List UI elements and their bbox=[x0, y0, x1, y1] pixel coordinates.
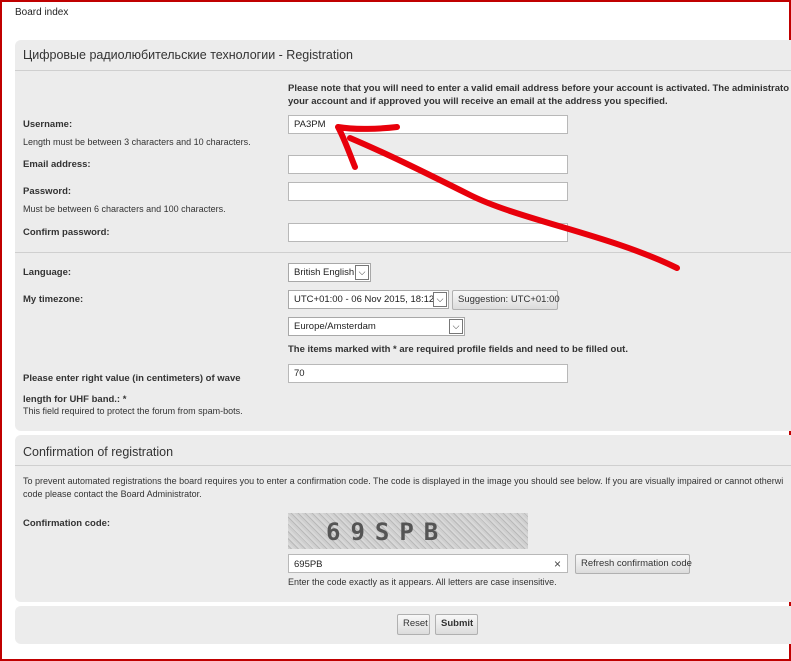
confirmation-code-value: 695PB bbox=[294, 559, 323, 570]
confirm-password-label: Confirm password: bbox=[23, 227, 110, 238]
divider bbox=[15, 252, 791, 253]
confirm-password-field[interactable] bbox=[288, 223, 568, 242]
reset-button[interactable]: Reset bbox=[397, 614, 430, 635]
captcha-text: 69SPB bbox=[326, 518, 449, 546]
captcha-image: 69SPB bbox=[288, 513, 528, 549]
page-title: Цифровые радиолюбительские технологии - … bbox=[23, 48, 353, 62]
language-label: Language: bbox=[23, 267, 72, 278]
timezone-region-select[interactable]: Europe/Amsterdam ⌵ bbox=[288, 317, 465, 336]
timezone-label: My timezone: bbox=[23, 294, 84, 305]
chevron-down-icon: ⌵ bbox=[449, 319, 463, 334]
language-select[interactable]: British English ⌵ bbox=[288, 263, 371, 282]
timezone-value: UTC+01:00 - 06 Nov 2015, 18:12 bbox=[294, 294, 435, 305]
breadcrumb-board-index[interactable]: Board index bbox=[15, 7, 68, 18]
email-field[interactable] bbox=[288, 155, 568, 174]
email-notice: Please note that you will need to enter … bbox=[288, 83, 790, 107]
divider bbox=[15, 465, 791, 466]
confirmation-explanation: To prevent automated registrations the b… bbox=[23, 476, 784, 499]
divider bbox=[15, 70, 791, 71]
language-value: British English bbox=[294, 267, 355, 278]
chevron-down-icon: ⌵ bbox=[433, 292, 447, 307]
username-hint: Length must be between 3 characters and … bbox=[23, 137, 251, 147]
confirmation-code-field[interactable]: 695PB × bbox=[288, 554, 568, 573]
confirmation-code-hint: Enter the code exactly as it appears. Al… bbox=[288, 577, 557, 587]
email-label: Email address: bbox=[23, 159, 91, 170]
chevron-down-icon: ⌵ bbox=[355, 265, 369, 280]
wave-hint: This field required to protect the forum… bbox=[23, 406, 243, 416]
refresh-code-button[interactable]: Refresh confirmation code bbox=[575, 554, 692, 574]
wave-length-field[interactable] bbox=[288, 364, 568, 383]
clear-icon[interactable]: × bbox=[554, 557, 561, 571]
wave-label: Please enter right value (in centimeters… bbox=[23, 373, 241, 405]
username-label: Username: bbox=[23, 119, 73, 130]
timezone-select[interactable]: UTC+01:00 - 06 Nov 2015, 18:12 ⌵ bbox=[288, 290, 449, 309]
confirmation-code-label: Confirmation code: bbox=[23, 518, 111, 529]
confirmation-title: Confirmation of registration bbox=[23, 445, 174, 459]
username-field[interactable] bbox=[288, 115, 568, 134]
password-hint: Must be between 6 characters and 100 cha… bbox=[23, 204, 226, 214]
password-label: Password: bbox=[23, 186, 72, 197]
timezone-suggestion-button[interactable]: Suggestion: UTC+01:00 bbox=[452, 290, 560, 310]
submit-button[interactable]: Submit bbox=[435, 614, 478, 635]
required-note: The items marked with * are required pro… bbox=[288, 344, 628, 355]
timezone-region-value: Europe/Amsterdam bbox=[294, 321, 376, 332]
password-field[interactable] bbox=[288, 182, 568, 201]
